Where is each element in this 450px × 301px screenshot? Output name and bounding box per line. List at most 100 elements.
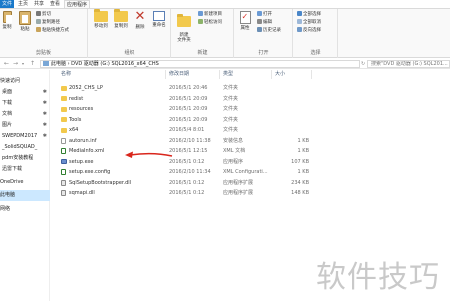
recent-locations-chevron-icon[interactable]: ▾ (22, 60, 24, 68)
nav-item-network[interactable]: 网络 (0, 204, 50, 215)
nav-item-documents[interactable]: 文档 ✱ (0, 109, 50, 120)
new-folder-button[interactable]: 新建 文件夹 (175, 11, 193, 43)
file-name: resources (69, 106, 94, 112)
nav-item-quick-access[interactable]: 快速访问 (0, 76, 50, 87)
nav-item-this-pc[interactable]: 此电脑 (0, 190, 50, 201)
settings-file-icon (61, 137, 66, 144)
properties-button[interactable]: 属性 (238, 11, 252, 31)
invert-selection-button[interactable]: 反向选择 (297, 27, 321, 34)
copy-to-button[interactable]: 复制到 (112, 9, 130, 29)
file-name: 2052_CHS_LP (69, 85, 103, 91)
address-bar: ← → ▾ ↑ 此电脑 › DVD 驱动器 (G:) SQL2016_x64_C… (0, 59, 450, 69)
file-name: redist (69, 95, 84, 102)
file-size (275, 126, 309, 135)
nav-item-downloads[interactable]: 下载 ✱ (0, 98, 50, 109)
table-row[interactable]: autorun.inf 2016/2/10 11:38 安装信息 1 KB (51, 137, 450, 146)
tab-share[interactable]: 共享 (32, 0, 46, 8)
copy-label: 复制 (2, 25, 12, 30)
tab-app-tools[interactable]: 应用程序工具 (64, 0, 90, 16)
paste-label: 粘贴 (20, 27, 30, 32)
easy-access-button[interactable]: 轻松访问 (198, 19, 222, 26)
tab-file[interactable]: 文件 (0, 0, 14, 8)
copy-button[interactable]: 复制 (1, 11, 13, 30)
table-row[interactable]: SqlSetupBootstrapper.dll 2016/5/1 0:12 应… (51, 179, 450, 188)
file-date: 2016/5/1 12:15 (169, 148, 208, 154)
move-to-button[interactable]: 移动到 (92, 9, 110, 29)
table-row[interactable]: Tools 2016/5/1 20:09 文件夹 (51, 116, 450, 125)
nav-item-swepdm2017[interactable]: SWEPDM2017 ✱ (0, 131, 50, 142)
file-date: 2016/5/4 8:01 (169, 127, 205, 133)
nav-item-desktop[interactable]: 桌面 ✱ (0, 87, 50, 98)
paste-shortcut-icon (36, 27, 41, 32)
nav-item-thunder-downloads[interactable]: 迅雷下载 (0, 164, 50, 175)
new-item-label: 新建项目 (204, 12, 222, 17)
column-header-date[interactable]: 修改日期 (166, 70, 220, 79)
file-type: 文件夹 (223, 116, 239, 123)
edit-button[interactable]: 编辑 (257, 19, 272, 26)
file-name: MediaInfo.xml (69, 148, 105, 154)
file-type: 应用程序 (223, 158, 244, 165)
file-date: 2016/2/10 11:38 (169, 137, 211, 144)
table-row[interactable]: setup.exe 2016/5/1 0:12 应用程序 107 KB (51, 158, 450, 167)
ribbon-tab-bar: 文件 主页 共享 查看 应用程序工具 (0, 0, 450, 16)
nav-item-solidsquad[interactable]: _SolidSQUAD_ (0, 142, 50, 153)
up-arrow-icon[interactable]: ↑ (30, 60, 35, 68)
open-button[interactable]: 打开 (257, 11, 272, 18)
table-row[interactable]: sqmapi.dll 2016/5/1 0:12 应用程序扩展 148 KB (51, 189, 450, 198)
breadcrumb[interactable]: 此电脑 › DVD 驱动器 (G:) SQL2016_x64_CHS (40, 60, 360, 68)
nav-item-label: 下载 (2, 100, 13, 106)
select-group-label: 选择 (310, 50, 321, 56)
open-icon (257, 11, 262, 16)
select-none-button[interactable]: 全部取消 (297, 19, 321, 26)
new-item-button[interactable]: 新建项目 (198, 11, 222, 18)
new-folder-label: 新建 文件夹 (177, 33, 191, 43)
nav-item-pictures[interactable]: 图片 ✱ (0, 120, 50, 131)
select-none-icon (297, 19, 302, 24)
table-row[interactable]: redist 2016/5/1 20:09 文件夹 (51, 95, 450, 104)
table-row[interactable]: resources 2016/5/1 20:09 文件夹 (51, 105, 450, 114)
tab-home[interactable]: 主页 (16, 0, 30, 8)
file-name: autorun.inf (69, 137, 97, 144)
paste-button[interactable]: 粘贴 (18, 11, 32, 32)
table-row[interactable]: x64 2016/5/4 8:01 文件夹 (51, 126, 450, 135)
table-row[interactable]: 2052_CHS_LP 2016/5/1 20:46 文件夹 (51, 84, 450, 93)
table-row[interactable]: setup.exe.config 2016/2/10 11:34 XML Con… (51, 168, 450, 177)
delete-button[interactable]: ✕ 删除 (133, 10, 147, 30)
column-header-size[interactable]: 大小 (272, 70, 312, 79)
tab-view[interactable]: 查看 (48, 0, 62, 8)
pin-icon: ✱ (42, 122, 47, 128)
nav-item-pdm-tutorial[interactable]: pdm安装教程 (0, 153, 50, 164)
select-all-button[interactable]: 全部选择 (297, 11, 321, 18)
nav-item-label: 桌面 (2, 89, 13, 95)
rename-button[interactable]: 重命名 (149, 11, 169, 28)
file-size: 148 KB (291, 190, 309, 196)
column-header-name[interactable]: 名称 (51, 70, 166, 79)
column-header-type[interactable]: 类型 (220, 70, 272, 79)
copy-path-button[interactable]: 复制路径 (36, 19, 60, 26)
file-type: 应用程序扩展 (223, 179, 254, 186)
file-name: setup.exe (69, 158, 94, 165)
nav-item-label: 快速访问 (0, 78, 21, 84)
folder-icon (61, 127, 67, 133)
file-name: setup.exe.config (69, 169, 111, 175)
search-input[interactable]: 搜索"DVD 驱动器 (G:) SQL201... (367, 60, 450, 68)
delete-label: 删除 (135, 25, 145, 30)
file-size: 234 KB (291, 179, 309, 186)
refresh-icon[interactable]: ↻ (361, 60, 365, 68)
config-file-icon (61, 169, 66, 175)
file-size: 1 KB (297, 169, 309, 175)
nav-item-onedrive[interactable]: OneDrive (0, 177, 50, 188)
forward-arrow-icon[interactable]: → (13, 60, 18, 68)
file-date: 2016/5/1 20:46 (169, 85, 208, 91)
back-arrow-icon[interactable]: ← (4, 60, 9, 68)
paste-shortcut-button[interactable]: 粘贴快捷方式 (36, 27, 69, 34)
table-row[interactable]: MediaInfo.xml 2016/5/1 12:15 XML 文档 1 KB (51, 147, 450, 156)
file-date: 2016/5/1 20:09 (169, 95, 208, 102)
file-size: 1 KB (297, 137, 309, 144)
file-date: 2016/5/1 0:12 (169, 158, 205, 165)
history-button[interactable]: 历史记录 (257, 27, 281, 34)
folder-icon (61, 117, 67, 122)
file-name: Tools (69, 116, 82, 123)
cut-button[interactable]: 剪切 (36, 11, 51, 18)
move-to-label: 移动到 (94, 24, 108, 29)
